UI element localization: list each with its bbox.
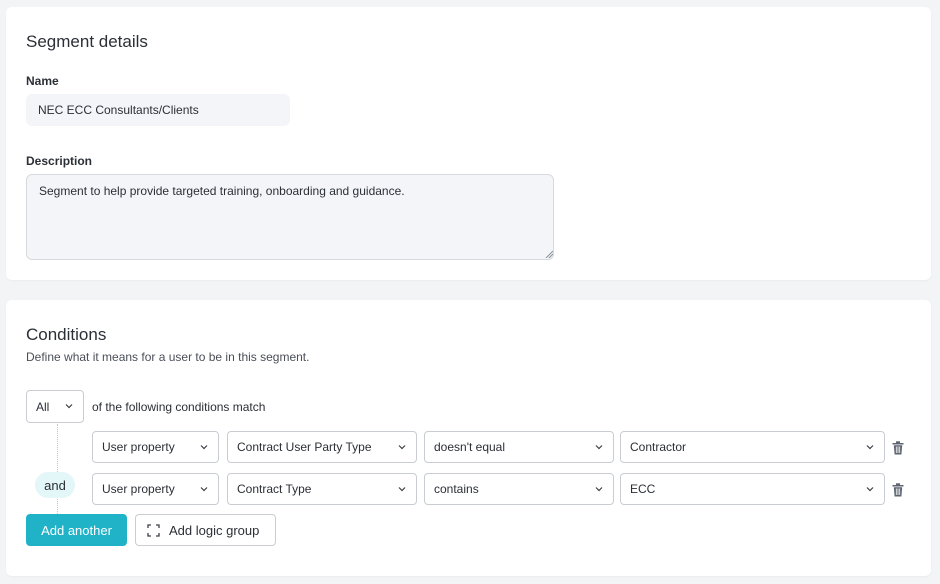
condition-2-type-select[interactable]: User property [92, 473, 219, 505]
chevron-down-icon [866, 487, 874, 492]
match-text: of the following conditions match [92, 400, 266, 414]
condition-1-operator-select[interactable]: doesn't equal [424, 431, 614, 463]
condition-1-type-select[interactable]: User property [92, 431, 219, 463]
condition-2-operator-value: contains [434, 482, 479, 496]
add-another-button[interactable]: Add another [26, 514, 127, 546]
chevron-down-icon [595, 487, 603, 492]
condition-1-type-value: User property [102, 440, 175, 454]
add-logic-group-label: Add logic group [169, 522, 260, 538]
condition-2-operator-select[interactable]: contains [424, 473, 614, 505]
name-label: Name [26, 74, 59, 88]
name-input[interactable] [26, 94, 290, 126]
condition-1-property-value: Contract User Party Type [237, 440, 372, 454]
condition-2-property-select[interactable]: Contract Type [227, 473, 417, 505]
condition-1-value-select[interactable]: Contractor [620, 431, 885, 463]
chevron-down-icon [398, 487, 406, 492]
trash-icon[interactable] [892, 441, 904, 455]
chevron-down-icon [398, 445, 406, 450]
match-mode-value: All [36, 399, 50, 414]
add-logic-group-button[interactable]: Add logic group [135, 514, 276, 546]
condition-1-property-select[interactable]: Contract User Party Type [227, 431, 417, 463]
segment-details-title: Segment details [26, 32, 148, 51]
chevron-down-icon [65, 404, 73, 409]
description-label: Description [26, 154, 93, 168]
conditions-title: Conditions [26, 325, 107, 344]
chevron-down-icon [200, 487, 208, 492]
logic-group-icon [147, 523, 160, 537]
resize-handle-icon[interactable] [545, 250, 553, 258]
chevron-down-icon [200, 445, 208, 450]
condition-guide-line [57, 424, 58, 514]
condition-2-type-value: User property [102, 482, 175, 496]
condition-2-value-select[interactable]: ECC [620, 473, 885, 505]
description-textarea[interactable]: Segment to help provide targeted trainin… [26, 174, 554, 260]
trash-icon[interactable] [892, 483, 904, 497]
conditions-subtitle: Define what it means for a user to be in… [26, 350, 310, 364]
condition-2-property-value: Contract Type [237, 482, 312, 496]
match-mode-select[interactable]: All [26, 390, 84, 423]
and-joiner: and [35, 472, 75, 498]
condition-1-operator-value: doesn't equal [434, 440, 506, 454]
chevron-down-icon [595, 445, 603, 450]
condition-1-value: Contractor [630, 440, 687, 454]
condition-2-value: ECC [630, 482, 656, 496]
segment-details-card: Segment details Name Description Segment… [6, 7, 931, 280]
conditions-card: Conditions Define what it means for a us… [6, 300, 931, 576]
chevron-down-icon [866, 445, 874, 450]
